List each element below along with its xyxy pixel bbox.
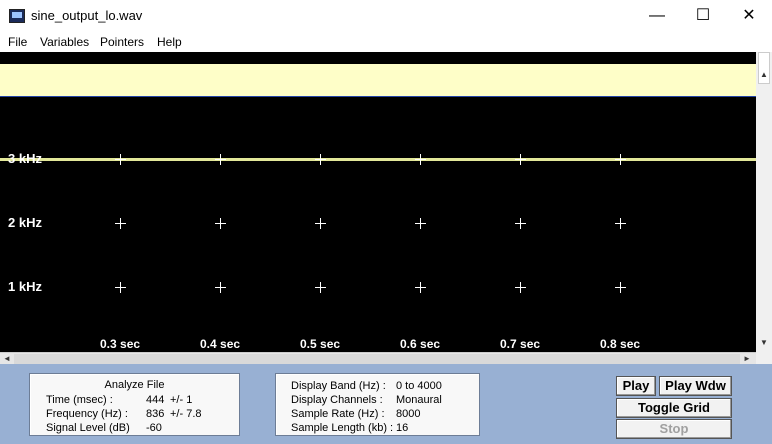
scroll-up-icon[interactable]: ▲ <box>758 68 770 82</box>
horizontal-scroll-thumb[interactable] <box>14 354 740 364</box>
window-title: sine_output_lo.wav <box>31 8 143 23</box>
grid-cross <box>515 154 526 165</box>
scroll-corner <box>756 352 772 364</box>
grid-cross <box>215 154 226 165</box>
signal-level-label: Signal Level (dB) <box>46 422 130 434</box>
sample-rate-label: Sample Rate (Hz) : <box>291 408 385 420</box>
grid-cross <box>115 154 126 165</box>
close-button[interactable]: ✕ <box>726 0 772 32</box>
menu-pointers[interactable]: Pointers <box>100 35 144 49</box>
menu-file[interactable]: File <box>8 35 27 49</box>
display-channels-label: Display Channels : <box>291 394 383 406</box>
maximize-button[interactable]: ☐ <box>680 0 726 32</box>
sample-length-label: Sample Length (kb) : <box>291 422 394 434</box>
grid-cross <box>515 282 526 293</box>
grid-cross <box>315 282 326 293</box>
sample-length-value: 16 <box>396 422 409 434</box>
grid-cross <box>315 218 326 229</box>
menu-variables[interactable]: Variables <box>40 35 89 49</box>
strip-divider <box>0 96 756 97</box>
grid-cross <box>115 282 126 293</box>
analyze-title: Analyze File <box>104 379 165 391</box>
control-panel: Analyze File Time (msec) : 444 +/- 1 Fre… <box>0 364 772 444</box>
y-label-1khz: 1 kHz <box>8 279 42 294</box>
vertical-scrollbar[interactable]: ▲ ▼ <box>756 52 772 352</box>
x-label-0-4: 0.4 sec <box>200 337 241 351</box>
grid-cross <box>315 154 326 165</box>
time-label: Time (msec) : <box>46 394 113 406</box>
time-tolerance: +/- 1 <box>170 394 193 406</box>
frequency-tolerance: +/- 7.8 <box>170 408 202 420</box>
display-band-label: Display Band (Hz) : <box>291 380 386 392</box>
time-value: 444 <box>146 394 165 406</box>
display-band-value: 0 to 4000 <box>396 380 442 392</box>
grid-cross <box>115 218 126 229</box>
grid-cross <box>415 154 426 165</box>
x-label-0-7: 0.7 sec <box>500 337 541 351</box>
frequency-value: 836 <box>146 408 165 420</box>
grid-cross <box>615 282 626 293</box>
grid-cross <box>415 282 426 293</box>
play-window-button[interactable]: Play Wdw <box>659 376 732 396</box>
grid-cross <box>515 218 526 229</box>
x-label-0-5: 0.5 sec <box>300 337 341 351</box>
toggle-grid-button[interactable]: Toggle Grid <box>616 398 732 418</box>
app-icon <box>9 9 25 23</box>
highlight-strip <box>0 64 756 96</box>
signal-level-value: -60 <box>146 422 162 434</box>
grid-cross <box>615 218 626 229</box>
frequency-label: Frequency (Hz) : <box>46 408 128 420</box>
grid-cross <box>415 218 426 229</box>
grid-cross <box>215 218 226 229</box>
menu-help[interactable]: Help <box>157 35 182 49</box>
sample-rate-value: 8000 <box>396 408 421 420</box>
title-bar: sine_output_lo.wav — ☐ ✕ <box>0 0 772 32</box>
signal-trace <box>0 158 756 161</box>
x-label-0-6: 0.6 sec <box>400 337 441 351</box>
grid-cross <box>615 154 626 165</box>
display-info-box: Display Band (Hz) : 0 to 4000 Display Ch… <box>275 373 480 436</box>
play-button[interactable]: Play <box>616 376 656 396</box>
display-channels-value: Monaural <box>396 394 442 406</box>
y-label-3khz: 3 kHz <box>8 151 42 166</box>
menu-bar: File Variables Pointers Help <box>0 32 772 52</box>
y-label-2khz: 2 kHz <box>8 215 42 230</box>
x-label-0-8: 0.8 sec <box>600 337 641 351</box>
minimize-button[interactable]: — <box>634 0 680 32</box>
stop-button[interactable]: Stop <box>616 419 732 439</box>
grid-cross <box>215 282 226 293</box>
analyze-file-box: Analyze File Time (msec) : 444 +/- 1 Fre… <box>29 373 240 436</box>
x-label-0-3: 0.3 sec <box>100 337 141 351</box>
spectrogram-plot[interactable]: 3 kHz 2 kHz 1 kHz 0.3 sec 0.4 sec 0.5 se… <box>0 52 756 352</box>
horizontal-scrollbar[interactable]: ◄ ► <box>0 352 756 364</box>
scroll-down-icon[interactable]: ▼ <box>758 336 770 350</box>
